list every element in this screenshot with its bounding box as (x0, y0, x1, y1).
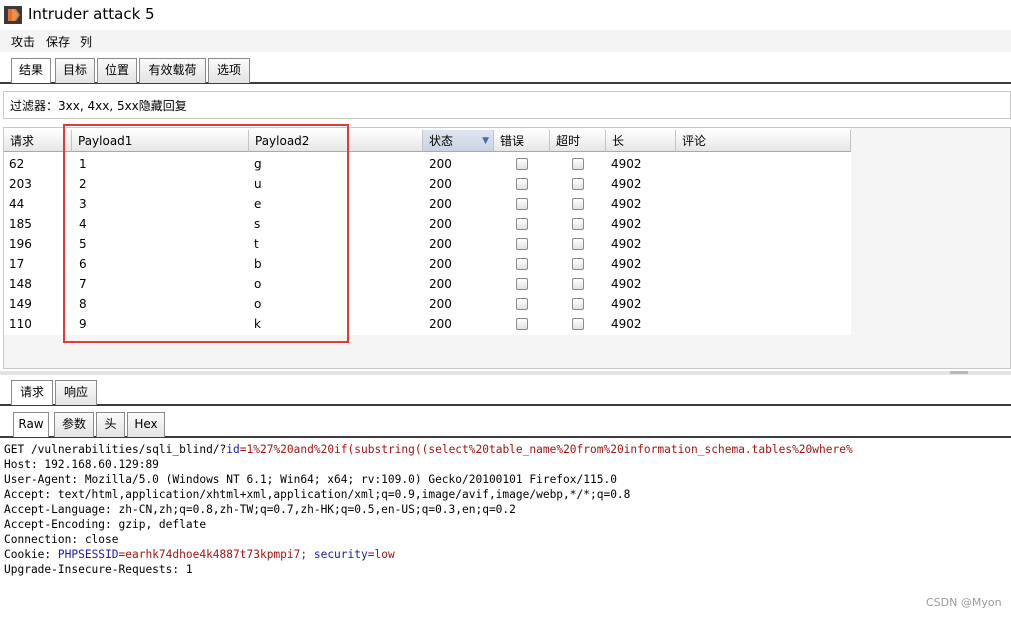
cell-length: 4902 (611, 197, 642, 211)
timeout-checkbox (572, 178, 584, 190)
cell-request: 44 (9, 197, 25, 211)
tab-payloads[interactable]: 有效载荷 (139, 58, 206, 83)
timeout-checkbox (572, 258, 584, 270)
header-line: User-Agent: Mozilla/5.0 (Windows NT 6.1;… (4, 473, 617, 486)
cell-request: 17 (9, 257, 25, 271)
error-checkbox (516, 158, 528, 170)
cookie-value-phpsessid: =earhk74dhoe4k4887t73kpmpi7; (118, 548, 314, 561)
error-checkbox (516, 218, 528, 230)
timeout-checkbox (572, 318, 584, 330)
filter-label: 过滤器： (10, 99, 59, 113)
cell-status: 200 (429, 297, 452, 311)
cookie-name-security: security (313, 548, 368, 561)
tab-headers[interactable]: 头 (96, 412, 125, 437)
error-checkbox (516, 258, 528, 270)
cell-length: 4902 (611, 157, 642, 171)
cell-request: 110 (9, 317, 32, 331)
column-status[interactable]: 状态 ▼ (423, 130, 494, 152)
menu-save[interactable]: 保存 (46, 33, 70, 50)
cell-status: 200 (429, 237, 452, 251)
cell-status: 200 (429, 217, 452, 231)
tab-options[interactable]: 选项 (208, 58, 250, 83)
column-length[interactable]: 长 (606, 130, 676, 152)
tab-raw[interactable]: Raw (13, 412, 49, 437)
pane-splitter[interactable] (0, 371, 1011, 375)
cell-status: 200 (429, 157, 452, 171)
tab-positions[interactable]: 位置 (97, 58, 137, 83)
cookie-prefix: Cookie: (4, 548, 58, 561)
menu-attack[interactable]: 攻击 (11, 33, 35, 50)
cell-status: 200 (429, 317, 452, 331)
error-checkbox (516, 178, 528, 190)
cell-request: 148 (9, 277, 32, 291)
cell-request: 149 (9, 297, 32, 311)
timeout-checkbox (572, 218, 584, 230)
header-line: Upgrade-Insecure-Requests: 1 (4, 563, 193, 576)
cell-status: 200 (429, 177, 452, 191)
cell-status: 200 (429, 277, 452, 291)
error-checkbox (516, 238, 528, 250)
column-timeout[interactable]: 超时 (550, 130, 606, 152)
cookie-value-security: =low (367, 548, 395, 561)
cell-status: 200 (429, 197, 452, 211)
tab-target[interactable]: 目标 (55, 58, 95, 83)
timeout-checkbox (572, 158, 584, 170)
cell-length: 4902 (611, 257, 642, 271)
tab-results[interactable]: 结果 (11, 58, 51, 83)
column-request[interactable]: 请求 (4, 130, 72, 152)
cell-status: 200 (429, 257, 452, 271)
timeout-checkbox (572, 298, 584, 310)
column-comment[interactable]: 评论 (676, 130, 851, 152)
error-checkbox (516, 318, 528, 330)
tab-hex[interactable]: Hex (127, 412, 165, 437)
cell-length: 4902 (611, 217, 642, 231)
request-line-prefix: GET /vulnerabilities/sqli_blind/? (4, 443, 227, 456)
timeout-checkbox (572, 238, 584, 250)
window-title: Intruder attack 5 (28, 5, 155, 23)
filter-text[interactable]: 过滤器：3xx, 4xx, 5xx隐藏回复 (10, 97, 187, 114)
highlight-box (63, 124, 349, 343)
cell-length: 4902 (611, 177, 642, 191)
cell-length: 4902 (611, 317, 642, 331)
timeout-checkbox (572, 198, 584, 210)
tab-request[interactable]: 请求 (11, 380, 53, 405)
request-param-name: id (226, 443, 240, 456)
sort-descending-icon: ▼ (482, 136, 489, 146)
menu-bar (0, 30, 1011, 52)
request-param-value: =1%27%20and%20if(substring((select%20tab… (239, 443, 853, 456)
cell-length: 4902 (611, 237, 642, 251)
splitter-grip[interactable] (950, 371, 968, 374)
cell-length: 4902 (611, 277, 642, 291)
cookie-name-phpsessid: PHPSESSID (57, 548, 119, 561)
cell-request: 196 (9, 237, 32, 251)
timeout-checkbox (572, 278, 584, 290)
cookie-line: Cookie: PHPSESSID=earhk74dhoe4k4887t73kp… (4, 547, 395, 562)
header-line: Host: 192.168.60.129:89 (4, 458, 159, 471)
burp-logo-icon (4, 6, 22, 24)
tab-response[interactable]: 响应 (55, 380, 97, 405)
column-error[interactable]: 错误 (494, 130, 550, 152)
error-checkbox (516, 278, 528, 290)
cell-length: 4902 (611, 297, 642, 311)
column-status-label: 状态 (429, 134, 454, 148)
filter-value: 3xx, 4xx, 5xx隐藏回复 (58, 99, 187, 113)
error-checkbox (516, 198, 528, 210)
header-line: Connection: close (4, 533, 119, 546)
tab-params[interactable]: 参数 (54, 412, 94, 437)
error-checkbox (516, 298, 528, 310)
menu-columns[interactable]: 列 (80, 33, 92, 50)
header-line: Accept: text/html,application/xhtml+xml,… (4, 488, 631, 501)
cell-request: 203 (9, 177, 32, 191)
header-line: Accept-Language: zh-CN,zh;q=0.8,zh-TW;q=… (4, 503, 516, 516)
header-line: Accept-Encoding: gzip, deflate (4, 518, 207, 531)
cell-request: 62 (9, 157, 25, 171)
detail-tabs-divider (0, 404, 1011, 406)
watermark: CSDN @Myon⁠ (926, 596, 1002, 609)
cell-request: 185 (9, 217, 32, 231)
request-line: GET /vulnerabilities/sqli_blind/?id=1%27… (4, 442, 853, 457)
